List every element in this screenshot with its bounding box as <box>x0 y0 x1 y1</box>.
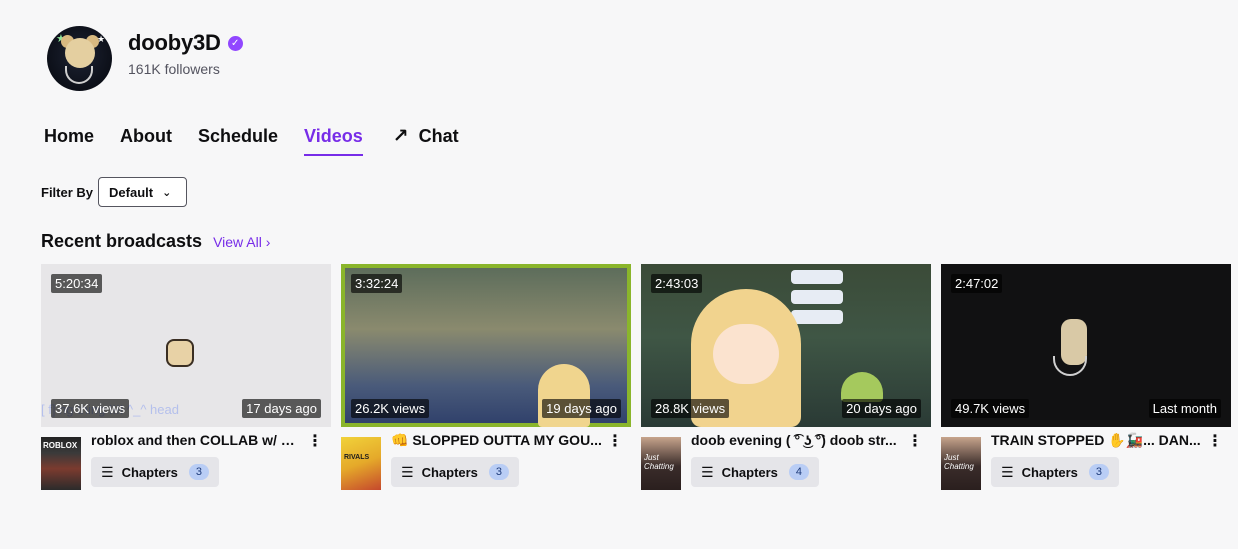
video-thumbnail[interactable]: 2:43:03 28.8K views 20 days ago <box>641 264 931 427</box>
more-options-icon[interactable]: ⋮ <box>307 431 323 451</box>
tab-home[interactable]: Home <box>44 125 94 156</box>
game-box-art[interactable]: ROBLOX <box>41 437 81 490</box>
date-badge: Last month <box>1148 399 1221 418</box>
list-icon: ☰ <box>1001 463 1014 480</box>
chevron-down-icon: ⌄ <box>162 186 172 199</box>
views-badge: 26.2K views <box>351 399 430 418</box>
more-options-icon[interactable]: ⋮ <box>607 431 623 451</box>
filter-bar: Filter By Default ⌄ <box>41 177 188 207</box>
filter-dropdown[interactable]: Default ⌄ <box>98 177 188 207</box>
more-options-icon[interactable]: ⋮ <box>1207 431 1223 451</box>
chapters-button[interactable]: ☰ Chapters 3 <box>391 457 520 487</box>
section-header: Recent broadcasts View All › <box>41 231 270 252</box>
video-card[interactable]: 3:32:24 26.2K views 19 days ago RIVALS 👊… <box>341 264 631 490</box>
channel-avatar[interactable]: ★★ <box>47 26 112 91</box>
verified-checkmark-icon: ✓ <box>227 35 243 51</box>
video-title[interactable]: doob evening ( ͡° ͜ʖ ͡°) doob str... <box>691 430 905 450</box>
date-badge: 19 days ago <box>542 399 621 418</box>
video-title[interactable]: 👊 SLOPPED OUTTA MY GOU... <box>391 430 605 450</box>
views-badge: 49.7K views <box>951 399 1030 418</box>
chapters-button[interactable]: ☰ Chapters 3 <box>91 457 220 487</box>
chapters-count-badge: 3 <box>188 464 210 480</box>
filter-label: Filter By <box>41 184 94 200</box>
filter-value: Default <box>109 184 154 200</box>
duration-badge: 5:20:34 <box>51 274 103 293</box>
tab-schedule[interactable]: Schedule <box>198 125 278 156</box>
video-card[interactable]: [ f] ng thing !!!! ^_^ head 5:20:34 37.6… <box>41 264 331 490</box>
channel-name[interactable]: dooby3D <box>128 30 221 56</box>
video-thumbnail[interactable]: 3:32:24 26.2K views 19 days ago <box>341 264 631 427</box>
tab-chat[interactable]: ↗ Chat <box>389 125 459 156</box>
chapters-count-badge: 3 <box>488 464 510 480</box>
video-thumbnail[interactable]: [ f] ng thing !!!! ^_^ head 5:20:34 37.6… <box>41 264 331 427</box>
game-box-art[interactable]: Just Chatting <box>641 437 681 490</box>
follower-count: 161K followers <box>128 61 220 77</box>
tab-about[interactable]: About <box>120 125 172 156</box>
chapters-button[interactable]: ☰ Chapters 3 <box>991 457 1120 487</box>
list-icon: ☰ <box>101 463 114 480</box>
game-box-art[interactable]: Just Chatting <box>941 437 981 490</box>
views-badge: 28.8K views <box>651 399 730 418</box>
video-thumbnail[interactable]: 2:47:02 49.7K views Last month <box>941 264 1231 427</box>
video-list: [ f] ng thing !!!! ^_^ head 5:20:34 37.6… <box>41 264 1238 490</box>
chapters-count-badge: 3 <box>1088 464 1110 480</box>
tab-chat-label: Chat <box>418 126 459 146</box>
channel-header: ★★ dooby3D ✓ 161K followers <box>47 26 243 91</box>
channel-nav: Home About Schedule Videos ↗ Chat <box>44 125 485 156</box>
duration-badge: 3:32:24 <box>351 274 403 293</box>
chapters-button[interactable]: ☰ Chapters 4 <box>691 457 820 487</box>
more-options-icon[interactable]: ⋮ <box>907 431 923 451</box>
external-arrow-icon: ↗ <box>392 126 409 147</box>
duration-badge: 2:43:03 <box>651 274 703 293</box>
video-card[interactable]: 2:43:03 28.8K views 20 days ago Just Cha… <box>641 264 931 490</box>
section-title: Recent broadcasts <box>41 231 203 251</box>
video-title[interactable]: TRAIN STOPPED ✋🚂... DAN... <box>991 430 1205 450</box>
video-card[interactable]: 2:47:02 49.7K views Last month Just Chat… <box>941 264 1231 490</box>
list-icon: ☰ <box>701 463 714 480</box>
list-icon: ☰ <box>401 463 414 480</box>
chapters-count-badge: 4 <box>788 464 810 480</box>
duration-badge: 2:47:02 <box>951 274 1003 293</box>
video-title[interactable]: roblox and then COLLAB w/ @... <box>91 430 305 450</box>
tab-videos[interactable]: Videos <box>304 125 363 156</box>
date-badge: 20 days ago <box>842 399 921 418</box>
date-badge: 17 days ago <box>242 399 321 418</box>
game-box-art[interactable]: RIVALS <box>341 437 381 490</box>
views-badge: 37.6K views <box>51 399 130 418</box>
view-all-link[interactable]: View All › <box>213 234 270 250</box>
